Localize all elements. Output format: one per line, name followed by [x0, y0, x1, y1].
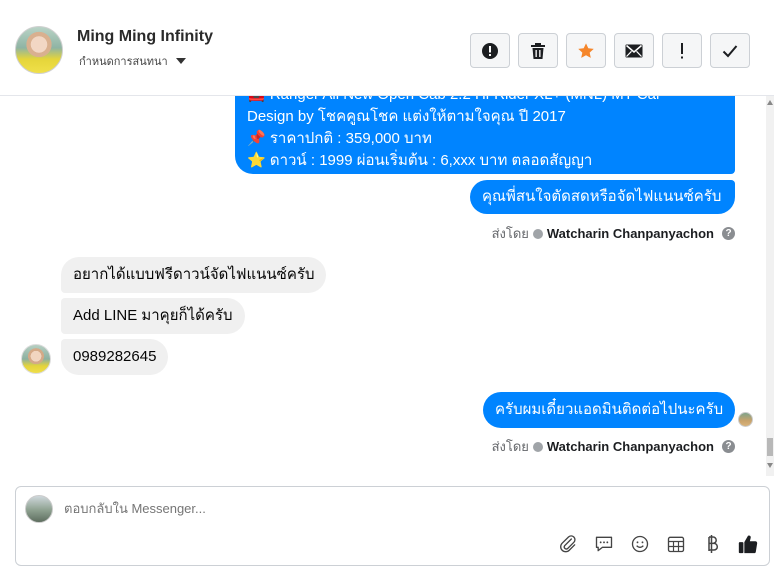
exclamation-icon	[681, 42, 683, 58]
outgoing-message-card: 🚘 Ranger All New Open Cab 2.2 Hi-Rider X…	[235, 96, 735, 174]
delete-button[interactable]	[518, 33, 558, 68]
message-thread[interactable]: 🚘 Ranger All New Open Cab 2.2 Hi-Rider X…	[0, 96, 766, 476]
message-composer	[15, 486, 770, 566]
scrollbar-thumb[interactable]	[767, 438, 773, 456]
scroll-up-arrow-icon[interactable]	[767, 100, 773, 105]
done-button[interactable]	[710, 33, 750, 68]
card-line-2: Design by โชคคูณโชค แต่งให้ตามใจคุณ ปี 2…	[247, 108, 566, 125]
sender-name[interactable]: Watcharin Chanpanyachon	[547, 439, 714, 454]
emoji-icon[interactable]	[629, 533, 651, 555]
outgoing-message: คุณพี่สนใจตัดสดหรือจัดไฟแนนซ์ครับ	[470, 180, 735, 214]
mark-unread-button[interactable]	[614, 33, 654, 68]
spam-button[interactable]	[470, 33, 510, 68]
chevron-down-icon	[175, 58, 186, 64]
sender-name[interactable]: Watcharin Chanpanyachon	[547, 226, 714, 241]
page-icon	[532, 228, 543, 239]
envelope-icon	[625, 44, 643, 57]
card-line-1: 🚘 Ranger All New Open Cab 2.2 Hi-Rider X…	[247, 96, 723, 106]
help-icon[interactable]: ?	[722, 440, 735, 453]
page-avatar	[25, 495, 53, 523]
check-icon	[722, 44, 738, 57]
contact-avatar-small[interactable]	[21, 344, 51, 374]
star-button[interactable]	[566, 33, 606, 68]
seen-avatar	[738, 412, 753, 427]
scroll-down-arrow-icon[interactable]	[767, 463, 773, 468]
outgoing-message: ครับผมเดี๋ยวแอดมินติดต่อไปนะครับ	[483, 392, 735, 428]
chat-bubble-icon[interactable]	[593, 533, 615, 555]
reply-input[interactable]	[64, 501, 744, 516]
sent-by-info: ส่งโดย Watcharin Chanpanyachon ?	[492, 436, 735, 457]
thread-scrollbar[interactable]	[766, 96, 774, 476]
contact-name[interactable]: Ming Ming Infinity	[77, 28, 213, 46]
sent-by-info: ส่งโดย Watcharin Chanpanyachon ?	[492, 223, 735, 244]
calendar-icon[interactable]	[665, 533, 687, 555]
incoming-message: 0989282645	[61, 339, 169, 375]
sent-by-label: ส่งโดย	[491, 226, 529, 241]
baht-icon[interactable]	[701, 533, 723, 555]
conversation-label-dropdown[interactable]: กำหนดการสนทนา	[79, 52, 186, 70]
trash-icon	[531, 42, 545, 59]
paperclip-icon[interactable]	[557, 533, 579, 555]
page-icon	[532, 441, 543, 452]
card-line-3: 📌 ราคาปกติ : 359,000 บาท	[247, 130, 432, 147]
incoming-message: อยากได้แบบฟรีดาวน์จัดไฟแนนซ์ครับ	[61, 257, 327, 293]
help-icon[interactable]: ?	[722, 227, 735, 240]
card-line-4: ⭐ ดาวน์ : 1999 ผ่อนเริ่มต้น : 6,xxx บาท …	[247, 152, 593, 169]
star-icon	[578, 42, 594, 58]
sent-by-label: ส่งโดย	[491, 439, 529, 454]
alert-circle-icon	[482, 42, 498, 59]
incoming-message: Add LINE มาคุยก็ได้ครับ	[61, 298, 245, 334]
thumbs-up-icon[interactable]	[737, 533, 759, 555]
label-select-text: กำหนดการสนทนา	[79, 56, 168, 68]
composer-toolbar	[557, 533, 759, 555]
follow-up-button[interactable]	[662, 33, 702, 68]
contact-avatar[interactable]	[15, 26, 63, 74]
conversation-header: Ming Ming Infinity กำหนดการสนทนา	[0, 0, 774, 96]
